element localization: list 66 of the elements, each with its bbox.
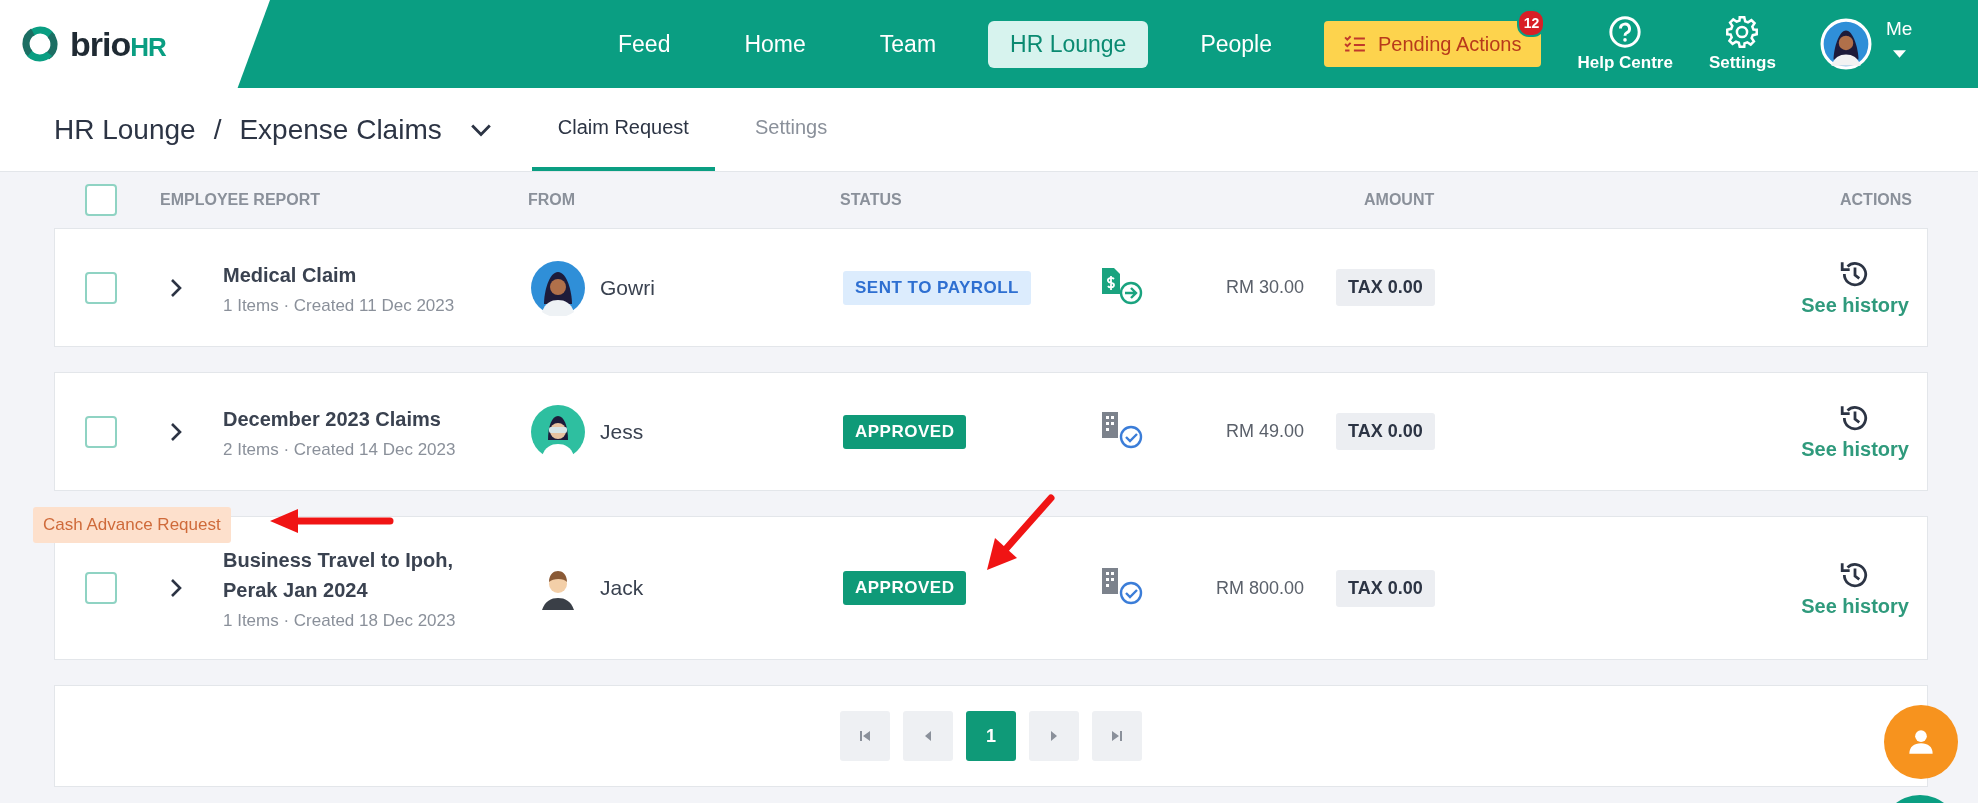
checklist-icon <box>1344 35 1367 53</box>
status-badge: APPROVED <box>843 571 967 605</box>
avatar <box>530 259 586 316</box>
status-badge: SENT TO PAYROLL <box>843 270 1031 305</box>
user-label[interactable]: Me <box>1885 18 1913 40</box>
chevron-right-icon[interactable] <box>170 277 182 298</box>
select-all-checkbox[interactable] <box>85 184 117 216</box>
claim-meta: 1 Items · Created 11 Dec 2023 <box>223 295 456 316</box>
avatar <box>530 403 586 460</box>
claim-meta: 1 Items · Created 18 Dec 2023 <box>223 611 457 631</box>
nav-link[interactable]: Team <box>857 20 959 68</box>
tax-badge: TAX 0.00 <box>1336 569 1435 607</box>
utility-link[interactable]: Help Centre <box>1577 15 1673 73</box>
page-title: Expense Claims <box>239 113 442 146</box>
payroll-document-icon <box>1100 265 1144 306</box>
settings-icon <box>1725 15 1760 49</box>
last-page-icon <box>1111 730 1123 742</box>
utility-link[interactable]: Settings <box>1708 15 1776 73</box>
first-page-button[interactable] <box>840 711 890 761</box>
chevron-right-icon[interactable] <box>170 421 182 442</box>
claim-title[interactable]: December 2023 Claims <box>223 403 483 434</box>
building-check-icon <box>1100 566 1144 606</box>
employee-name: Gowri <box>600 275 655 300</box>
amount: RM 49.00 <box>1225 421 1304 442</box>
nav-link[interactable]: HR Lounge <box>988 20 1149 68</box>
column-header: EMPLOYEE REPORT <box>160 191 322 209</box>
first-page-icon <box>859 730 871 742</box>
row-checkbox[interactable] <box>85 572 117 604</box>
column-header: ACTIONS <box>1840 191 1912 209</box>
tax-badge: TAX 0.00 <box>1336 269 1435 306</box>
breadcrumb-link[interactable]: HR Lounge <box>54 113 196 146</box>
page-button[interactable]: 1 <box>966 711 1016 761</box>
tab[interactable]: Settings <box>728 88 854 171</box>
column-header: FROM <box>528 191 577 209</box>
building-check-icon <box>1100 409 1144 450</box>
help-icon <box>1608 15 1643 49</box>
user-avatar[interactable] <box>1819 18 1872 70</box>
breadcrumb-separator: / <box>213 113 222 146</box>
claim-title[interactable]: Business Travel to Ipoh, Perak Jan 2024 <box>223 545 483 605</box>
nav-link[interactable]: Home <box>722 20 828 68</box>
row-checkbox[interactable] <box>85 271 117 304</box>
see-history-link[interactable]: See history <box>1801 594 1909 618</box>
claim-meta: 2 Items · Created 14 Dec 2023 <box>223 439 457 460</box>
row-checkbox[interactable] <box>85 415 117 448</box>
tax-badge: TAX 0.00 <box>1336 413 1435 450</box>
chevron-right-icon[interactable] <box>170 578 182 598</box>
tab[interactable]: Claim Request <box>531 88 715 171</box>
see-history-link[interactable]: See history <box>1801 438 1909 461</box>
see-history-link[interactable]: See history <box>1801 294 1909 317</box>
employee-name: Jess <box>600 419 644 444</box>
last-page-button[interactable] <box>1092 711 1142 761</box>
brand-name: brioHR <box>70 24 166 64</box>
column-header: STATUS <box>840 191 903 209</box>
nav-link[interactable]: People <box>1178 20 1295 68</box>
notification-badge: 12 <box>1517 9 1546 37</box>
chevron-down-icon[interactable] <box>469 122 492 137</box>
amount: RM 30.00 <box>1225 277 1304 298</box>
claim-title[interactable]: Medical Claim <box>223 259 483 290</box>
employee-name: Jack <box>600 576 644 600</box>
amount: RM 800.00 <box>1215 577 1304 599</box>
request-tag: Cash Advance Request <box>33 507 231 543</box>
column-header: AMOUNT <box>1364 191 1436 209</box>
caret-icon[interactable] <box>1892 50 1906 59</box>
status-badge: APPROVED <box>843 414 967 449</box>
nav-link[interactable]: Feed <box>596 20 693 68</box>
person-icon <box>1907 728 1935 756</box>
